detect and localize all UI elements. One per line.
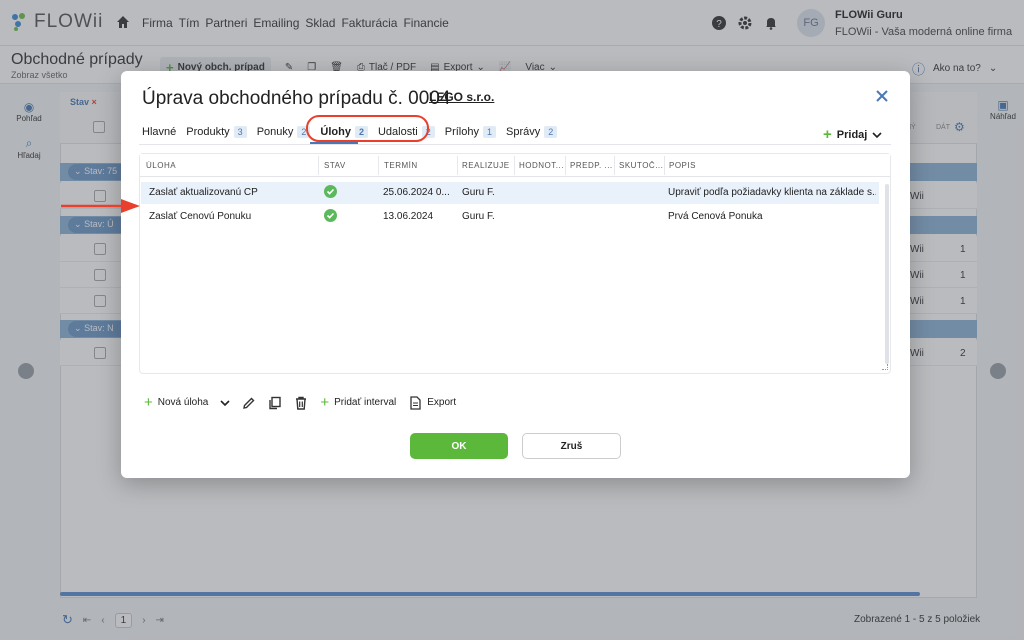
tab-hlavne[interactable]: Hlavné — [142, 121, 176, 143]
column-header-popis[interactable]: POPIS — [669, 161, 696, 170]
tab-label: Hlavné — [142, 126, 177, 138]
add-interval-label: Pridať interval — [334, 397, 397, 408]
pencil-icon[interactable] — [242, 396, 256, 410]
task-name: Zaslať Cenovú Ponuku — [149, 211, 252, 222]
chevron-down-icon[interactable] — [220, 398, 230, 408]
edit-case-dialog: Úprava obchodného prípadu č. 0004 LEGO s… — [121, 71, 910, 478]
column-header-skutocnost[interactable]: SKUTOČ... — [619, 161, 665, 170]
chevron-down-icon — [872, 131, 882, 138]
tab-produkty[interactable]: Produkty 3 — [186, 121, 247, 143]
task-date: 25.06.2024 0... — [383, 187, 450, 198]
plus-icon: + — [823, 126, 832, 143]
column-header-realizuje[interactable]: REALIZUJE — [462, 161, 512, 170]
export-label: Export — [427, 397, 457, 408]
column-header-hodnota[interactable]: HODNOT... — [519, 161, 565, 170]
column-separator[interactable] — [457, 156, 458, 175]
tab-badge: 1 — [483, 126, 497, 138]
table-actions: + Nová úloha + Pridať interval Export — [144, 394, 456, 411]
annotation-highlight-oval — [306, 115, 429, 142]
new-task-button[interactable]: + Nová úloha — [144, 394, 208, 411]
tabs-divider — [139, 144, 891, 145]
tab-prilohy[interactable]: Prílohy 1 — [444, 121, 497, 143]
column-separator[interactable] — [614, 156, 615, 175]
task-assignee: Guru F. — [462, 211, 495, 222]
new-task-label: Nová úloha — [157, 397, 209, 408]
tab-label: Prílohy — [444, 126, 479, 138]
task-name: Zaslať aktualizovanú CP — [149, 187, 258, 198]
tab-ponuky[interactable]: Ponuky 2 — [257, 121, 311, 143]
plus-icon: + — [144, 394, 153, 411]
task-description: Upraviť podľa požiadavky klienta na zákl… — [668, 187, 876, 198]
task-description: Prvá Cenová Ponuka — [668, 211, 763, 222]
column-separator[interactable] — [378, 156, 379, 175]
tasks-table: ÚLOHA STAV TERMÍN REALIZUJE HODNOT... PR… — [139, 153, 891, 374]
table-row[interactable]: Zaslať Cenovú Ponuku 13.06.2024 Guru F. … — [141, 206, 879, 228]
task-assignee: Guru F. — [462, 187, 495, 198]
tab-label: Správy — [506, 126, 541, 138]
column-header-stav[interactable]: STAV — [324, 161, 346, 170]
ok-button[interactable]: OK — [410, 433, 508, 459]
status-done-icon — [324, 209, 337, 222]
add-label: Pridaj — [836, 128, 868, 141]
plus-icon: + — [320, 394, 330, 411]
table-header: ÚLOHA STAV TERMÍN REALIZUJE HODNOT... PR… — [140, 154, 890, 177]
add-interval-button[interactable]: + Pridať interval — [320, 394, 396, 411]
document-icon — [410, 395, 421, 410]
column-separator[interactable] — [664, 156, 665, 175]
copy-icon[interactable] — [268, 396, 282, 410]
task-date: 13.06.2024 — [383, 211, 434, 222]
company-link[interactable]: LEGO s.r.o. — [429, 90, 494, 104]
column-header-predpoklad[interactable]: PREDP. ... — [570, 161, 616, 170]
export-button[interactable]: Export — [408, 395, 457, 410]
dialog-title: Úprava obchodného prípadu č. 0004 — [142, 88, 451, 109]
tab-spravy[interactable]: Správy 2 — [506, 121, 558, 143]
status-done-icon — [324, 185, 337, 198]
table-row[interactable]: Zaslať aktualizovanú CP 25.06.2024 0... … — [141, 182, 879, 204]
cancel-button[interactable]: Zruš — [522, 433, 621, 459]
vertical-scrollbar[interactable] — [885, 184, 889, 364]
tab-label: Produkty — [186, 126, 230, 138]
column-header-termin[interactable]: TERMÍN — [384, 161, 454, 170]
close-icon[interactable] — [875, 89, 889, 103]
tab-badge: 2 — [544, 126, 558, 138]
tab-label: Ponuky — [256, 126, 294, 138]
resize-grip[interactable] — [882, 364, 888, 370]
annotation-arrow-icon — [61, 199, 140, 213]
column-separator[interactable] — [514, 156, 515, 175]
trash-icon[interactable] — [294, 396, 308, 410]
column-separator[interactable] — [565, 156, 566, 175]
tab-badge: 3 — [233, 126, 247, 138]
column-separator[interactable] — [318, 156, 319, 175]
column-header-uloha[interactable]: ÚLOHA — [146, 161, 176, 170]
add-button[interactable]: + Pridaj — [823, 126, 882, 143]
